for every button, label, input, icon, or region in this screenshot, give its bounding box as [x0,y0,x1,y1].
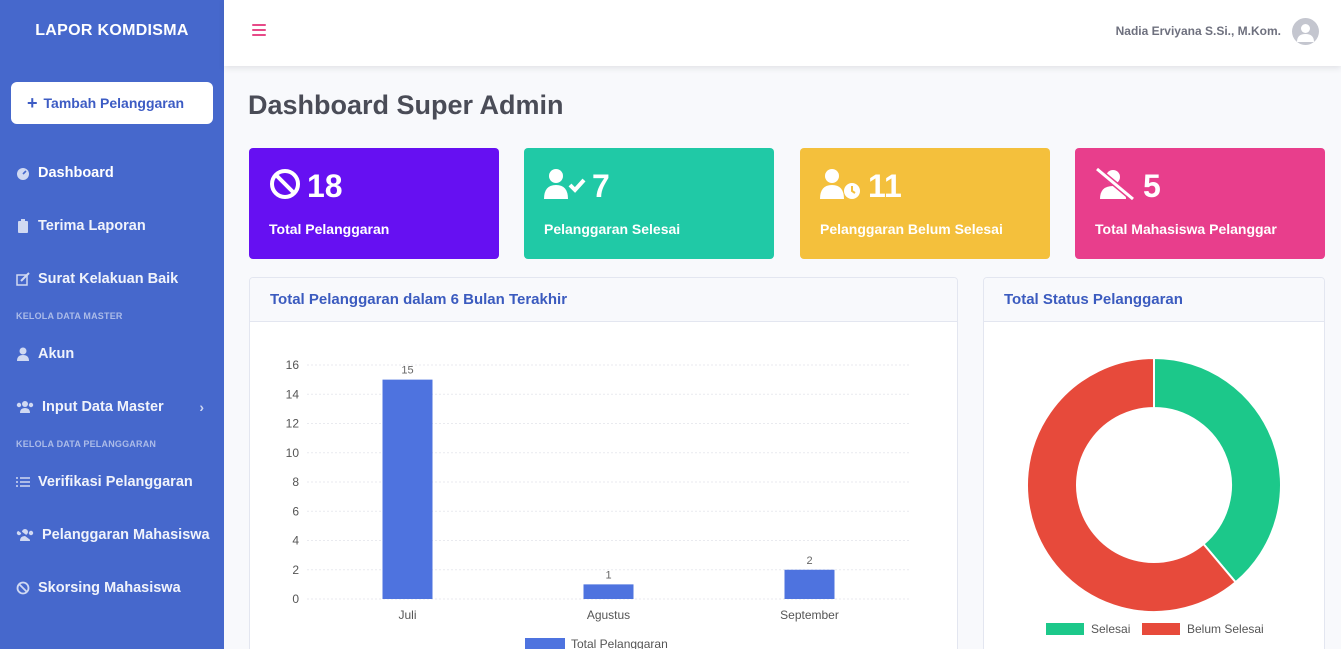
donut-chart-card: Total Status Pelanggaran Selesai Belum Se… [983,277,1325,649]
x-tick-label: Juli [398,608,416,622]
user-name[interactable]: Nadia Erviyana S.Si., M.Kom. [1116,24,1281,38]
y-tick-label: 10 [286,446,300,460]
stat-card-pelanggaran-selesai[interactable]: 7 Pelanggaran Selesai [524,148,774,259]
data-label: 2 [806,555,812,567]
stat-card-total-pelanggaran[interactable]: 18 Total Pelanggaran [249,148,499,259]
menu-toggle-icon[interactable] [252,24,266,36]
user-clock-icon [820,168,862,205]
bar [784,569,835,599]
legend-label: Selesai [1091,622,1130,636]
sidebar-item-pelanggaran-mahasiswa[interactable]: Pelanggaran Mahasiswa [0,508,224,561]
sidebar-item-label: Dashboard [38,164,114,181]
sidebar-item-label: Terima Laporan [38,217,146,234]
plus-icon: + [27,92,38,113]
y-tick-label: 8 [292,475,299,489]
sidebar-item-skorsing-mahasiswa[interactable]: Skorsing Mahasiswa [0,561,224,614]
legend-swatch [525,638,565,649]
sidebar-item-label: Pelanggaran Mahasiswa [42,526,210,543]
donut-chart-title: Total Status Pelanggaran [984,278,1324,322]
sidebar: LAPOR KOMDISMA + Tambah Pelanggaran Dash… [0,0,224,649]
sidebar-item-label: Skorsing Mahasiswa [38,579,181,596]
avatar[interactable] [1292,18,1319,45]
sidebar-item-surat-kelakuan-baik[interactable]: Surat Kelakuan Baik [0,252,224,305]
legend-label: Belum Selesai [1187,622,1264,636]
stat-label: Pelanggaran Selesai [544,221,681,237]
sidebar-item-label: Verifikasi Pelanggaran [38,473,193,490]
donut-slice [1153,356,1282,584]
add-violation-label: Tambah Pelanggaran [43,95,185,111]
sidebar-item-label: Akun [38,345,75,362]
list-check-icon [16,475,30,489]
y-tick-label: 2 [292,563,299,577]
sidebar-item-terima-laporan[interactable]: Terima Laporan [0,199,224,252]
sidebar-item-input-data-master[interactable]: Input Data Master › [0,380,224,433]
stat-label: Total Pelanggaran [269,221,390,237]
chevron-right-icon: › [199,399,204,415]
users-slash-icon [16,528,34,542]
sidebar-nav: Dashboard Terima Laporan Surat Kelakuan … [0,146,224,614]
y-tick-label: 14 [286,387,300,401]
legend-swatch [1046,623,1084,635]
legend-label: Total Pelanggaran [571,637,668,649]
add-violation-button[interactable]: + Tambah Pelanggaran [11,82,213,124]
y-tick-label: 4 [292,534,299,548]
section-heading-master: KELOLA DATA MASTER [16,311,123,321]
y-tick-label: 0 [292,592,299,606]
sidebar-item-verifikasi-pelanggaran[interactable]: Verifikasi Pelanggaran [0,455,224,508]
sidebar-item-label: Input Data Master [42,398,164,415]
sidebar-item-dashboard[interactable]: Dashboard [0,146,224,199]
bar-chart: 0 2 4 6 8 10 12 14 16 15 Juli 1 Agustus 2 September Tot… [286,358,910,649]
stat-value: 11 [868,168,902,204]
legend-swatch [1142,623,1180,635]
stat-value: 5 [1143,168,1161,204]
clipboard-icon [16,218,30,233]
x-tick-label: Agustus [587,608,630,622]
edit-icon [16,271,30,286]
data-label: 15 [401,365,413,377]
stat-card-total-mahasiswa-pelanggar[interactable]: 5 Total Mahasiswa Pelanggar [1075,148,1325,259]
sidebar-item-akun[interactable]: Akun [0,327,224,380]
topbar: Nadia Erviyana S.Si., M.Kom. [224,0,1341,66]
stat-card-pelanggaran-belum-selesai[interactable]: 11 Pelanggaran Belum Selesai [800,148,1050,259]
section-heading-pelanggaran: KELOLA DATA PELANGGARAN [16,439,157,449]
stat-value: 18 [307,168,343,204]
brand-logo[interactable]: LAPOR KOMDISMA [0,0,224,62]
user-check-icon [544,168,586,205]
stat-value: 7 [592,168,610,204]
stat-label: Pelanggaran Belum Selesai [820,221,1003,237]
users-icon [16,400,34,414]
page-title: Dashboard Super Admin [248,90,564,120]
bar-chart-card: Total Pelanggaran dalam 6 Bulan Terakhir… [249,277,958,649]
ban-icon [16,581,30,595]
user-icon [16,347,30,361]
y-tick-label: 6 [292,504,299,518]
donut-chart: Selesai Belum Selesai [1026,356,1282,636]
bar [382,379,433,599]
x-tick-label: September [780,608,839,622]
y-tick-label: 16 [286,358,300,372]
bar [583,584,634,599]
stat-label: Total Mahasiswa Pelanggar [1095,221,1277,237]
y-tick-label: 12 [286,417,300,431]
user-slash-icon [1095,166,1137,205]
ban-icon [269,168,301,205]
sidebar-item-label: Surat Kelakuan Baik [38,270,179,287]
gauge-icon [16,166,30,180]
data-label: 1 [605,569,611,581]
bar-chart-title: Total Pelanggaran dalam 6 Bulan Terakhir [250,278,957,322]
